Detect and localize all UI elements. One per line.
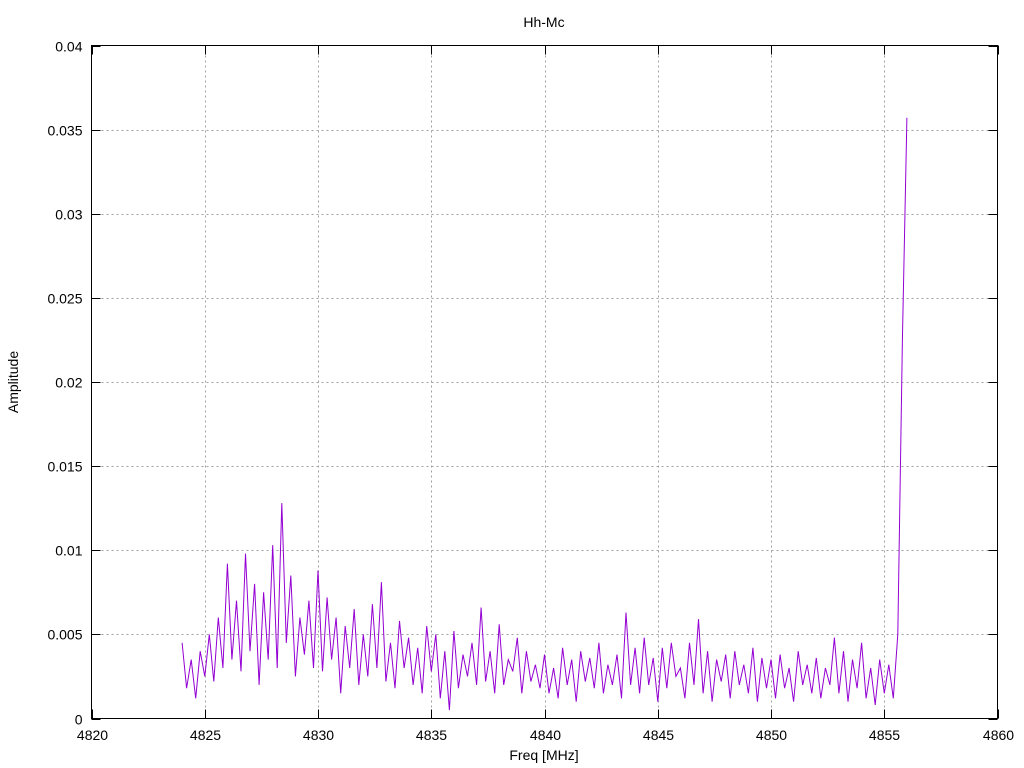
y-tick-label: 0.015 [47,459,82,475]
x-tick-label: 4825 [190,727,221,743]
y-tick-label: 0.01 [55,543,82,559]
x-tick-label: 4860 [983,727,1014,743]
x-tick-label: 4840 [530,727,561,743]
y-tick-label: 0.02 [55,375,82,391]
chart-title: Hh-Mc [523,14,564,30]
y-tick-label: 0 [75,712,83,728]
grid-lines [91,45,998,719]
y-axis-label: Amplitude [5,351,21,413]
series-line [181,117,908,711]
series-group [181,117,908,711]
x-tick-label: 4830 [303,727,334,743]
y-tick-label: 0.035 [47,123,82,139]
y-tick-labels: 0 0.005 0.01 0.015 0.02 0.025 0.03 0.035 0.04 [47,39,82,728]
y-tick-label: 0.03 [55,207,82,223]
y-tick-label: 0.025 [47,291,82,307]
y-tick-label: 0.04 [55,39,82,55]
x-axis-label: Freq [MHz] [509,747,578,763]
x-tick-label: 4855 [869,727,900,743]
x-tick-label: 4850 [756,727,787,743]
x-tick-label: 4820 [77,727,108,743]
chart: 4820 4825 4830 4835 4840 4845 4850 4855 4860 0 0.… [5,14,1014,763]
y-tick-label: 0.005 [47,627,82,643]
x-tick-label: 4845 [643,727,674,743]
x-tick-labels: 4820 4825 4830 4835 4840 4845 4850 4855 4860 [77,727,1014,743]
x-tick-label: 4835 [416,727,447,743]
